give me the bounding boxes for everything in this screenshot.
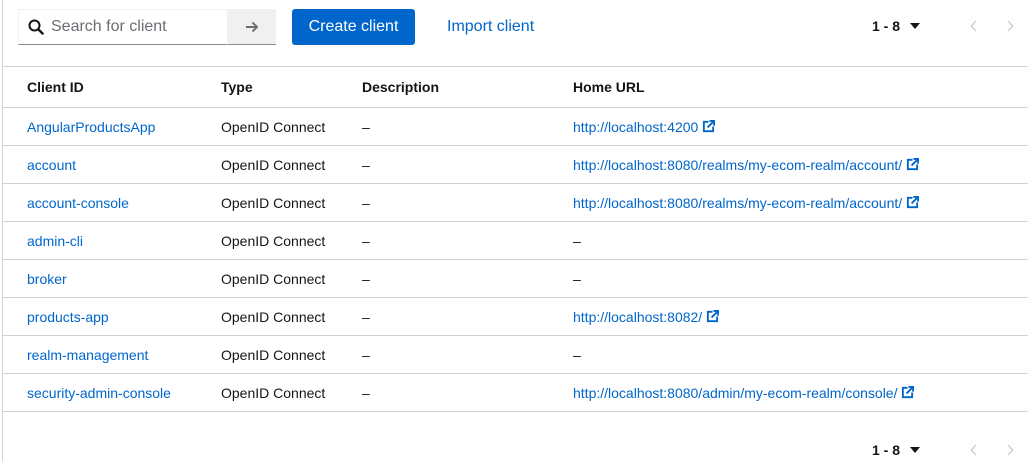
client-id-link[interactable]: account-console <box>27 195 129 211</box>
client-id-link[interactable]: AngularProductsApp <box>27 119 155 135</box>
pagination-top: 1 - 8 <box>872 10 1028 42</box>
client-type: OpenID Connect <box>221 194 326 211</box>
external-link-icon[interactable] <box>906 158 920 171</box>
caret-down-icon <box>910 447 920 453</box>
client-type: OpenID Connect <box>221 118 326 135</box>
chevron-left-icon <box>970 444 978 456</box>
client-id-link[interactable]: admin-cli <box>27 233 83 249</box>
table-row: broker OpenID Connect – – <box>3 260 1028 298</box>
table-row: account-console OpenID Connect – http://loc… <box>3 184 1028 222</box>
column-header-description: Description <box>362 79 440 95</box>
home-url-link[interactable]: http://localhost:8080/admin/my-ecom-real… <box>573 385 897 401</box>
column-header-home-url: Home URL <box>573 79 645 95</box>
create-client-button[interactable]: Create client <box>292 9 415 45</box>
client-id-link[interactable]: products-app <box>27 309 109 325</box>
client-description: – <box>362 156 370 173</box>
external-link-icon[interactable] <box>702 120 716 133</box>
client-type: OpenID Connect <box>221 384 326 401</box>
client-description: – <box>362 384 370 401</box>
client-description: – <box>362 232 370 249</box>
column-header-client-id: Client ID <box>27 79 84 95</box>
table-row: realm-management OpenID Connect – – <box>3 336 1028 374</box>
pagination-range-toggle[interactable]: 1 - 8 <box>872 18 920 34</box>
pagination-range-label: 1 - 8 <box>871 442 900 458</box>
chevron-right-icon <box>1006 444 1014 456</box>
home-url-link[interactable]: http://localhost:8082/ <box>573 309 702 325</box>
external-link-icon[interactable] <box>706 310 720 323</box>
search-input[interactable] <box>51 10 223 44</box>
table-header: Client ID Type Description Home URL <box>3 66 1028 108</box>
chevron-left-icon <box>970 20 978 32</box>
search-box <box>18 9 228 45</box>
search-submit-button[interactable] <box>228 9 276 45</box>
client-id-link[interactable]: account <box>27 157 76 173</box>
home-url-empty: – <box>573 232 581 249</box>
next-page-button[interactable] <box>992 10 1028 42</box>
client-description: – <box>362 346 370 363</box>
client-type: OpenID Connect <box>221 232 326 249</box>
caret-down-icon <box>910 23 920 29</box>
search-group <box>18 9 276 45</box>
search-icon <box>28 19 44 35</box>
client-description: – <box>362 308 370 325</box>
table-row: security-admin-console OpenID Connect – htt… <box>3 374 1028 412</box>
client-type: OpenID Connect <box>221 156 326 173</box>
client-id-link[interactable]: security-admin-console <box>27 385 171 401</box>
home-url-link[interactable]: http://localhost:4200 <box>573 119 698 135</box>
table-row: account OpenID Connect – http://localhost:8… <box>3 146 1028 184</box>
client-description: – <box>362 194 370 211</box>
external-link-icon[interactable] <box>906 196 920 209</box>
table-row: AngularProductsApp OpenID Connect – http://… <box>3 108 1028 146</box>
client-description: – <box>362 270 370 287</box>
client-id-link[interactable]: realm-management <box>27 347 148 363</box>
next-page-button[interactable] <box>992 434 1028 466</box>
client-description: – <box>362 118 370 135</box>
clients-table: Client ID Type Description Home URL Angu… <box>3 66 1028 412</box>
chevron-right-icon <box>1006 20 1014 32</box>
home-url-link[interactable]: http://localhost:8080/realms/my-ecom-rea… <box>573 195 902 211</box>
import-client-button[interactable]: Import client <box>447 9 534 45</box>
client-type: OpenID Connect <box>221 308 326 325</box>
home-url-link[interactable]: http://localhost:8080/realms/my-ecom-rea… <box>573 157 902 173</box>
client-id-link[interactable]: broker <box>27 271 67 287</box>
table-row: admin-cli OpenID Connect – – <box>3 222 1028 260</box>
client-type: OpenID Connect <box>221 346 326 363</box>
toolbar: Create client Import client 1 - 8 <box>0 0 1028 54</box>
column-header-type: Type <box>221 79 253 95</box>
pagination-range-label: 1 - 8 <box>871 18 900 34</box>
previous-page-button[interactable] <box>956 434 992 466</box>
table-row: products-app OpenID Connect – http://localh… <box>3 298 1028 336</box>
pagination-bottom: 1 - 8 <box>872 434 1028 466</box>
pagination-range-toggle[interactable]: 1 - 8 <box>872 442 920 458</box>
arrow-right-icon <box>244 19 260 35</box>
home-url-empty: – <box>573 270 581 287</box>
previous-page-button[interactable] <box>956 10 992 42</box>
external-link-icon[interactable] <box>901 386 915 399</box>
client-type: OpenID Connect <box>221 270 326 287</box>
table-body: AngularProductsApp OpenID Connect – http://… <box>3 108 1028 412</box>
home-url-empty: – <box>573 346 581 363</box>
